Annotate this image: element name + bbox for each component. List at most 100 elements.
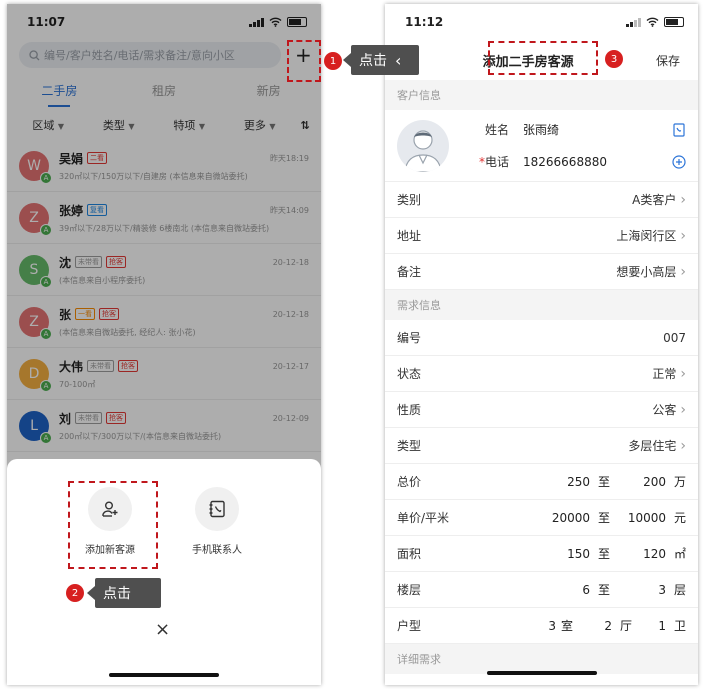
highlight-add-button xyxy=(287,40,321,82)
range-min-input[interactable]: 3 xyxy=(522,619,556,633)
range-row: 面积 150 至 120 ㎡ xyxy=(385,536,698,572)
field-value: 正常 xyxy=(652,367,677,381)
field-label: 面积 xyxy=(397,547,422,561)
contact-book-icon xyxy=(209,500,225,518)
range-row: 单价/平米 20000 至 10000 元 xyxy=(385,500,698,536)
field-label: 备注 xyxy=(397,265,422,279)
avatar[interactable] xyxy=(397,119,449,172)
form-row[interactable]: 地址 上海闵行区 › xyxy=(385,218,698,254)
range-min-input[interactable]: 250 xyxy=(542,475,590,489)
field-label: 性质 xyxy=(397,403,422,417)
customer-profile: 姓名 张雨绮 *电话 18266668880 xyxy=(385,110,698,182)
unit-label: 万 xyxy=(673,475,686,489)
battery-icon xyxy=(664,17,684,27)
form-row[interactable]: 类别 A类客户 › xyxy=(385,182,698,218)
add-phone-icon[interactable] xyxy=(672,154,686,169)
range-max-input[interactable]: 3 xyxy=(618,583,666,597)
highlight-page-title xyxy=(488,41,598,75)
form-row[interactable]: 状态 正常 › xyxy=(385,356,698,392)
form-row[interactable]: 备注 想要小高层 › xyxy=(385,254,698,290)
range-min-input[interactable]: 6 xyxy=(542,583,590,597)
field-value: 多层住宅 xyxy=(628,439,677,453)
range-max-input[interactable]: 2 xyxy=(578,619,612,633)
range-min-input[interactable]: 150 xyxy=(542,547,590,561)
field-value: 公客 xyxy=(652,403,677,417)
customer-list-screen: 11:07 编号/客户姓名/电话/需求备注/意向小区 + 二手房 租房 新房 区… xyxy=(7,4,321,685)
action-sheet: 添加新客源 手机联系人 × xyxy=(7,459,321,685)
range-separator: 至 xyxy=(597,475,610,489)
name-input[interactable]: 张雨绮 xyxy=(523,121,672,138)
close-icon[interactable]: × xyxy=(155,619,170,640)
tap-tooltip-1: 点击 ‹ xyxy=(343,45,419,75)
chevron-right-icon: › xyxy=(680,437,686,454)
range-row: 户型 3 室 2 厅 1 卫 xyxy=(385,608,698,644)
section-demand-info: 需求信息 xyxy=(385,290,698,320)
range-extra-input[interactable]: 1 xyxy=(632,619,666,633)
customer-info-rows: 类别 A类客户 › 地址 上海闵行区 › 备注 想要小高层 › xyxy=(385,182,698,290)
field-value: 上海闵行区 xyxy=(616,229,677,243)
chevron-right-icon: › xyxy=(680,191,686,208)
step-3-marker: 3 xyxy=(605,50,623,68)
range-min-input[interactable]: 20000 xyxy=(542,511,590,525)
phone-input[interactable]: 18266668880 xyxy=(523,155,672,169)
highlight-add-customer-option xyxy=(68,481,158,569)
chevron-right-icon: › xyxy=(680,365,686,382)
field-value: 007 xyxy=(663,330,686,345)
range-row: 总价 250 至 200 万 xyxy=(385,464,698,500)
unit-label: ㎡ xyxy=(673,547,686,561)
add-customer-screen: 11:12 ‹ 添加二手房客源 保存 客户信息 姓名 张雨绮 *电话 18266… xyxy=(385,4,698,685)
name-label: 姓名 xyxy=(484,123,509,137)
range-separator: 至 xyxy=(597,511,610,525)
demand-rows: 编号 007 状态 正常 › 性质 公客 › 类型 多层住宅 › xyxy=(385,320,698,464)
phone-label: 电话 xyxy=(484,155,509,169)
contact-card-icon[interactable] xyxy=(672,122,686,137)
tap-tooltip-2: 点击 xyxy=(87,578,161,608)
field-label: 户型 xyxy=(397,619,422,633)
field-label: 编号 xyxy=(397,331,422,345)
field-label: 总价 xyxy=(397,475,422,489)
form-row[interactable]: 类型 多层住宅 › xyxy=(385,428,698,464)
section-customer-info: 客户信息 xyxy=(385,80,698,110)
field-label: 单价/平米 xyxy=(397,511,450,525)
phone-contacts-label: 手机联系人 xyxy=(192,545,242,556)
field-label: 类别 xyxy=(397,193,422,207)
field-label: 楼层 xyxy=(397,583,422,597)
range-separator: 至 xyxy=(597,583,610,597)
save-button[interactable]: 保存 xyxy=(656,52,680,69)
range-row: 楼层 6 至 3 层 xyxy=(385,572,698,608)
field-label: 地址 xyxy=(397,229,422,243)
chevron-right-icon: › xyxy=(680,401,686,418)
field-value: 想要小高层 xyxy=(616,265,677,279)
field-value: A类客户 xyxy=(632,193,677,207)
phone-field: *电话 18266668880 xyxy=(469,146,686,178)
status-time: 11:12 xyxy=(405,15,444,29)
range-rows: 总价 250 至 200 万单价/平米 20000 至 10000 元面积 150 至 120 ㎡楼层 6… xyxy=(385,464,698,644)
range-separator: 至 xyxy=(597,547,610,561)
range-separator: 室 xyxy=(560,619,573,633)
chevron-right-icon: › xyxy=(680,227,686,244)
wifi-icon xyxy=(646,17,659,27)
unit-label: 卫 xyxy=(673,619,686,633)
range-max-input[interactable]: 200 xyxy=(618,475,666,489)
unit-label: 元 xyxy=(673,511,686,525)
form-row[interactable]: 性质 公客 › xyxy=(385,392,698,428)
step-2-marker: 2 xyxy=(66,584,84,602)
field-label: 状态 xyxy=(397,367,422,381)
name-field: 姓名 张雨绮 xyxy=(469,114,686,146)
person-silhouette-icon xyxy=(404,129,442,172)
signal-icon xyxy=(626,17,641,27)
field-label: 类型 xyxy=(397,439,422,453)
chevron-right-icon: › xyxy=(680,263,686,280)
form-row[interactable]: 编号 007 xyxy=(385,320,698,356)
step-1-marker: 1 xyxy=(324,52,342,70)
back-chevron-icon: ‹ xyxy=(395,50,402,70)
home-indicator xyxy=(486,671,597,675)
range-max-input[interactable]: 10000 xyxy=(618,511,666,525)
unit-label: 厅 xyxy=(619,619,632,633)
home-indicator xyxy=(109,673,219,677)
phone-contacts-option[interactable]: 手机联系人 xyxy=(172,487,262,556)
unit-label: 层 xyxy=(673,583,686,597)
section-detail-demand: 详细需求 xyxy=(385,644,698,674)
status-bar: 11:12 xyxy=(385,4,698,40)
range-max-input[interactable]: 120 xyxy=(618,547,666,561)
